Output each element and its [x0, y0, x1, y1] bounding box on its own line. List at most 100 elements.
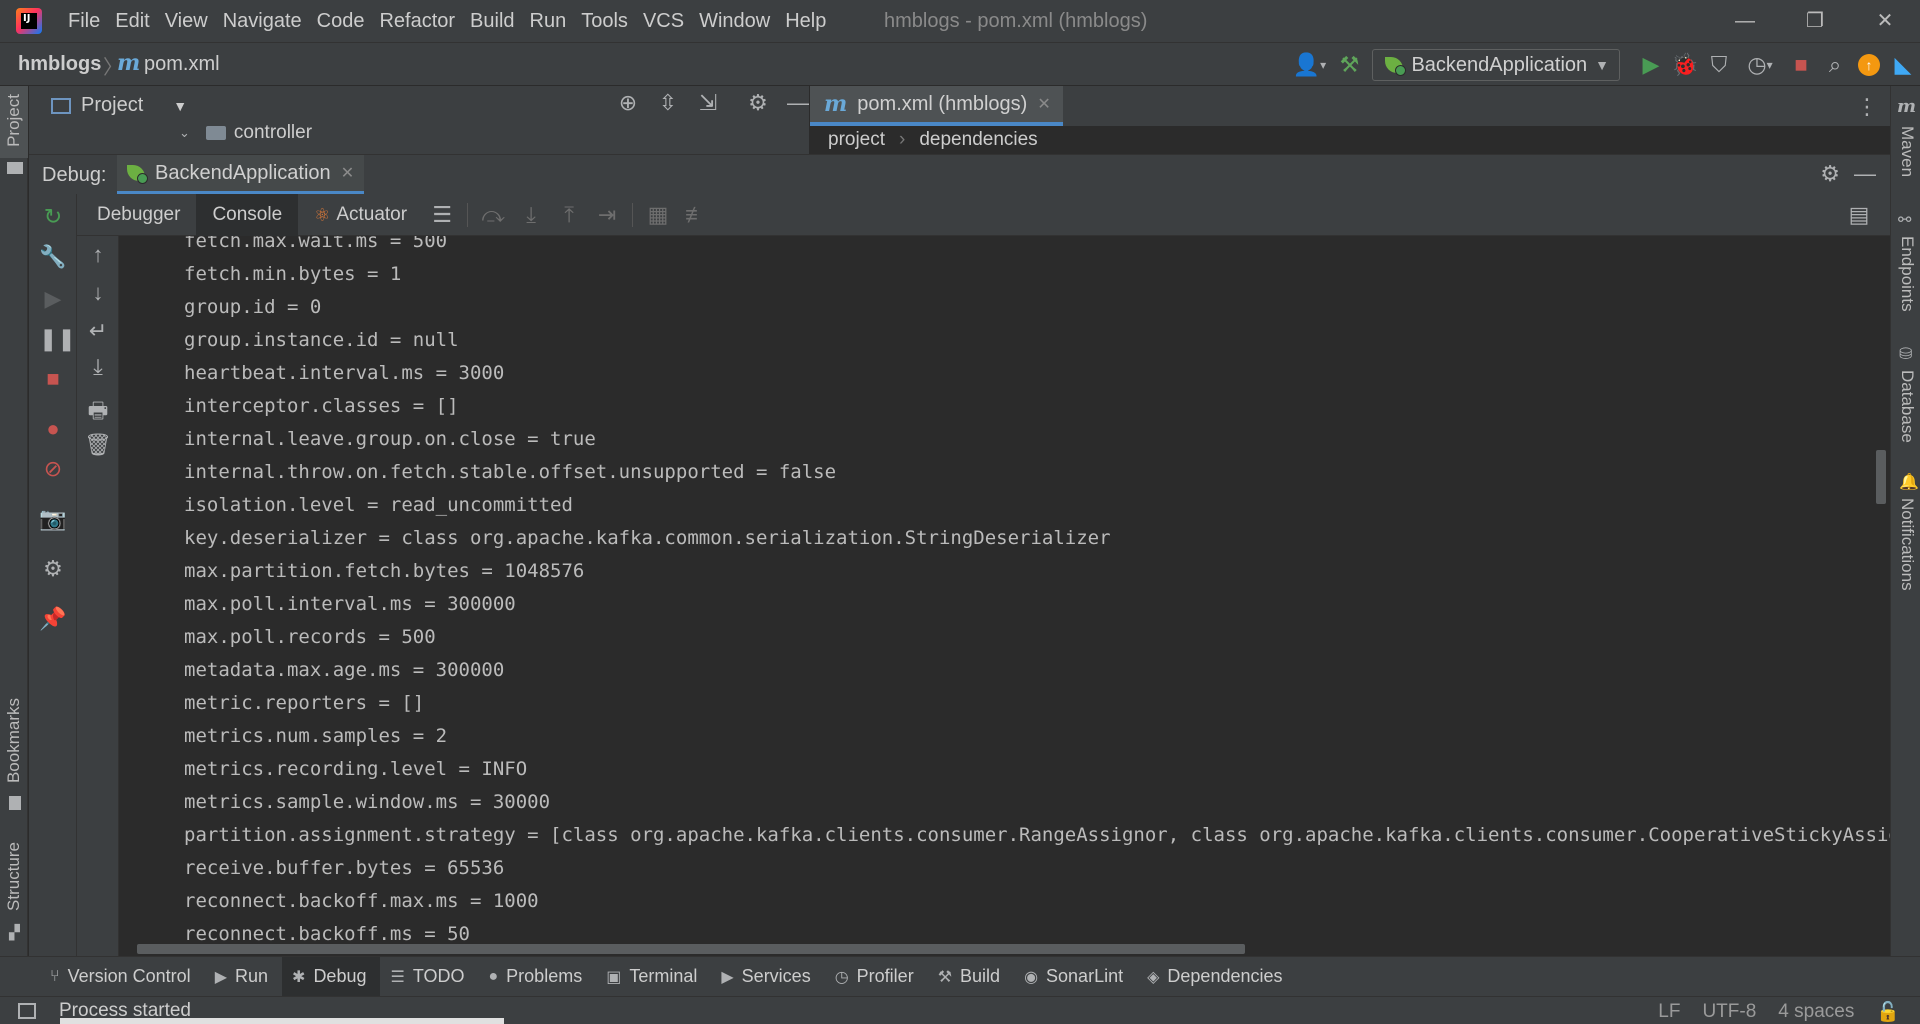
- encoding-widget[interactable]: UTF-8: [1702, 1001, 1756, 1023]
- menu-refactor[interactable]: Refactor: [377, 0, 466, 42]
- tab-debugger[interactable]: Debugger: [81, 194, 196, 236]
- search-icon[interactable]: ⌕: [1818, 43, 1852, 87]
- hide-panel-icon[interactable]: —: [1854, 161, 1876, 187]
- update-icon[interactable]: ↑: [1852, 43, 1886, 87]
- database-tool-tab[interactable]: Database: [1897, 370, 1917, 443]
- settings-gear-icon[interactable]: ⚙: [741, 90, 775, 116]
- console-output[interactable]: fetch.max.wait.ms = 500 fetch.min.bytes =…: [120, 236, 1890, 956]
- scroll-to-end-icon[interactable]: ⤓: [83, 354, 113, 380]
- toggle-tool-windows-icon[interactable]: [18, 1003, 36, 1019]
- menu-help[interactable]: Help: [783, 0, 837, 42]
- bottom-tool-todo[interactable]: ☰ TODO: [380, 957, 478, 997]
- minimize-button[interactable]: —: [1710, 0, 1780, 42]
- horizontal-scrollbar[interactable]: [137, 944, 1245, 954]
- editor-breadcrumb-project[interactable]: project: [828, 129, 885, 151]
- menu-navigate[interactable]: Navigate: [221, 0, 313, 42]
- bottom-tool-sonarlint[interactable]: ◉ SonarLint: [1014, 957, 1137, 997]
- menu-view[interactable]: View: [163, 0, 219, 42]
- close-tab-icon[interactable]: ✕: [1037, 94, 1050, 114]
- user-account-icon[interactable]: 👤 ▾: [1286, 43, 1332, 87]
- clear-trash-icon[interactable]: 🗑: [83, 432, 113, 458]
- bottom-tool-run[interactable]: ▶ Run: [205, 957, 282, 997]
- menu-file[interactable]: File: [66, 0, 111, 42]
- editor-breadcrumb-dependencies[interactable]: dependencies: [919, 129, 1037, 151]
- restore-layout-icon[interactable]: ▤: [1840, 202, 1878, 228]
- menu-tools[interactable]: Tools: [579, 0, 639, 42]
- bottom-tool-build[interactable]: ⚒ Build: [928, 957, 1014, 997]
- resume-icon[interactable]: ▶: [39, 286, 67, 312]
- breadcrumb-file[interactable]: pom.xml: [144, 53, 220, 76]
- menu-build[interactable]: Build: [468, 0, 525, 42]
- close-window-button[interactable]: ✕: [1850, 0, 1920, 42]
- step-out-icon[interactable]: ⤒: [550, 202, 588, 228]
- soft-wrap-icon[interactable]: ↵: [83, 318, 113, 344]
- breadcrumb-project[interactable]: hmblogs: [18, 53, 101, 76]
- bookmarks-tool-tab[interactable]: Bookmarks: [4, 698, 24, 783]
- arrow-down-icon[interactable]: ↓: [83, 280, 113, 306]
- tab-console[interactable]: Console: [196, 193, 299, 236]
- menu-edit[interactable]: Edit: [113, 0, 160, 42]
- pause-icon[interactable]: ❚❚: [39, 326, 76, 352]
- bottom-tool-terminal[interactable]: ▣ Terminal: [596, 957, 711, 997]
- mute-breakpoints-icon[interactable]: ⊘: [39, 456, 67, 482]
- run-configuration-selector[interactable]: BackendApplication ▼: [1372, 49, 1620, 81]
- build-hammer-icon[interactable]: ⚒: [1332, 43, 1366, 87]
- expand-arrow-icon[interactable]: ⌄: [179, 125, 190, 141]
- bottom-tool-problems[interactable]: ● Problems: [479, 957, 597, 997]
- intellij-logo-icon[interactable]: IJ: [16, 8, 42, 34]
- debug-session-tab[interactable]: BackendApplication ✕: [117, 155, 365, 195]
- run-to-cursor-icon[interactable]: ⇥: [588, 202, 626, 228]
- maven-tool-tab[interactable]: Maven: [1897, 126, 1917, 177]
- menu-code[interactable]: Code: [315, 0, 376, 42]
- pin-tab-icon[interactable]: 📌: [39, 606, 67, 632]
- step-into-icon[interactable]: ⤓: [512, 202, 550, 228]
- more-options-icon[interactable]: ⋮: [1856, 94, 1878, 120]
- rerun-icon[interactable]: ↻: [39, 204, 67, 230]
- console-line: metadata.max.age.ms = 300000: [184, 659, 505, 681]
- layout-menu-icon[interactable]: ☰: [423, 202, 461, 228]
- bottom-tool-profiler[interactable]: ◷ Profiler: [825, 957, 928, 997]
- menu-vcs[interactable]: VCS: [641, 0, 695, 42]
- restore-button[interactable]: ❐: [1780, 0, 1850, 42]
- indent-widget[interactable]: 4 spaces: [1778, 1001, 1854, 1023]
- camera-snapshot-icon[interactable]: 📷: [39, 506, 67, 532]
- bottom-tool-label: Terminal: [629, 966, 698, 986]
- stop-icon[interactable]: ■: [39, 366, 67, 392]
- step-over-icon[interactable]: ⤼: [474, 202, 512, 228]
- arrow-up-icon[interactable]: ↑: [83, 242, 113, 268]
- close-tab-icon[interactable]: ✕: [341, 163, 354, 183]
- expand-all-icon[interactable]: ⇳: [651, 90, 685, 116]
- profile-icon[interactable]: ◷ ▾: [1736, 43, 1784, 87]
- bottom-tool-version-control[interactable]: ⑂ Version Control: [40, 957, 205, 997]
- project-view-selector[interactable]: Project ▼: [51, 94, 187, 117]
- menu-window[interactable]: Window: [697, 0, 781, 42]
- settings-gear-icon[interactable]: ⚙: [39, 556, 67, 582]
- jetbrains-gateway-icon[interactable]: ◣: [1886, 43, 1920, 87]
- menu-run[interactable]: Run: [528, 0, 578, 42]
- trace-stream-icon[interactable]: ≢: [677, 202, 715, 228]
- vertical-scrollbar[interactable]: [1876, 450, 1886, 504]
- print-icon[interactable]: 🖶: [83, 394, 113, 432]
- tab-actuator[interactable]: ⚛ Actuator: [298, 194, 423, 236]
- bottom-tool-dependencies[interactable]: ◈ Dependencies: [1137, 957, 1296, 997]
- tree-item-controller[interactable]: ⌄ controller: [179, 122, 312, 144]
- bottom-tool-debug[interactable]: ✱ Debug: [282, 956, 381, 997]
- project-tool-tab[interactable]: Project: [4, 94, 24, 147]
- stop-icon[interactable]: ■: [1784, 43, 1818, 87]
- coverage-icon[interactable]: ⛉: [1702, 43, 1736, 87]
- line-ending-widget[interactable]: LF: [1658, 1001, 1680, 1023]
- evaluate-expression-icon[interactable]: ▦: [639, 202, 677, 228]
- settings-gear-icon[interactable]: ⚙: [1820, 161, 1840, 187]
- lock-icon[interactable]: 🔓: [1876, 1000, 1900, 1024]
- locate-file-icon[interactable]: ⊕: [611, 90, 645, 116]
- editor-tab-pom[interactable]: m pom.xml (hmblogs) ✕: [810, 86, 1063, 126]
- view-breakpoints-icon[interactable]: ●: [39, 416, 67, 442]
- collapse-all-icon[interactable]: ⇲: [691, 90, 725, 116]
- structure-tool-tab[interactable]: Structure: [4, 842, 24, 911]
- run-icon[interactable]: ▶: [1634, 43, 1668, 87]
- notifications-tool-tab[interactable]: Notifications: [1897, 498, 1917, 591]
- bottom-tool-services[interactable]: ▶ Services: [711, 957, 824, 997]
- debug-bug-icon[interactable]: 🐞: [1668, 43, 1702, 87]
- endpoints-tool-tab[interactable]: Endpoints: [1897, 236, 1917, 312]
- modify-config-wrench-icon[interactable]: 🔧: [39, 244, 67, 270]
